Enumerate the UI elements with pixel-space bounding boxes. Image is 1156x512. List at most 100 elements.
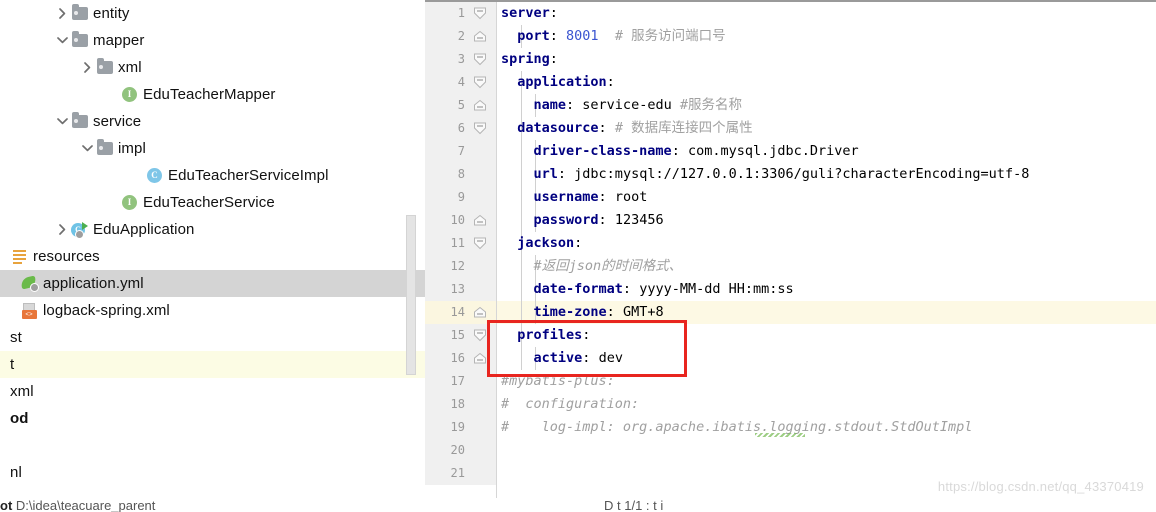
code-line-18[interactable]: 18 # configuration: bbox=[425, 393, 1156, 416]
code-editor[interactable]: 1 server: 2 port: 8001 # 服务访问端口号 3 spring: 4 … bbox=[425, 0, 1156, 512]
tree-item-label: impl bbox=[118, 140, 146, 157]
tree-item-label: application.yml bbox=[43, 275, 144, 292]
fold-expanded-icon[interactable] bbox=[473, 324, 489, 347]
code-text[interactable]: datasource: # 数据库连接四个属性 bbox=[501, 117, 752, 140]
tree-item-service[interactable]: service bbox=[0, 108, 425, 135]
code-text[interactable]: date-format: yyyy-MM-dd HH:mm:ss bbox=[501, 278, 794, 301]
code-line-12[interactable]: 12 #返回json的时间格式、 bbox=[425, 255, 1156, 278]
line-number: 7 bbox=[457, 144, 465, 158]
tree-item-nl[interactable]: nl bbox=[0, 459, 425, 486]
status-caret-info: D t 1/1 : t i bbox=[604, 498, 664, 512]
code-line-4[interactable]: 4 application: bbox=[425, 71, 1156, 94]
code-token: 123456 bbox=[614, 212, 664, 228]
fold-expanded-icon[interactable] bbox=[473, 48, 489, 71]
chevron-down-icon[interactable] bbox=[55, 27, 70, 54]
code-text[interactable]: username: root bbox=[501, 186, 648, 209]
code-text[interactable]: driver-class-name: com.mysql.jdbc.Driver bbox=[501, 140, 859, 163]
code-line-17[interactable]: 17 #mybatis-plus: bbox=[425, 370, 1156, 393]
tree-item-st[interactable]: st bbox=[0, 324, 425, 351]
code-text[interactable]: profiles: bbox=[501, 324, 590, 347]
fold-end-icon[interactable] bbox=[473, 347, 489, 370]
tree-item-eduteacherservice[interactable]: I EduTeacherService bbox=[0, 189, 425, 216]
code-text[interactable]: active: dev bbox=[501, 347, 623, 370]
code-text[interactable]: #mybatis-plus: bbox=[501, 370, 615, 393]
code-line-19[interactable]: 19 # log-impl: org.apache.ibatis.logging.… bbox=[425, 416, 1156, 439]
tree-item-impl[interactable]: impl bbox=[0, 135, 425, 162]
tree-item-mapper[interactable]: mapper bbox=[0, 27, 425, 54]
code-line-5[interactable]: 5 name: service-edu #服务名称 bbox=[425, 94, 1156, 117]
code-token: : bbox=[549, 51, 558, 67]
code-line-11[interactable]: 11 jackson: bbox=[425, 232, 1156, 255]
chevron-down-icon[interactable] bbox=[55, 108, 70, 135]
code-line-6[interactable]: 6 datasource: # 数据库连接四个属性 bbox=[425, 117, 1156, 140]
project-tree-scrollbar[interactable] bbox=[406, 0, 416, 512]
code-text[interactable]: #返回json的时间格式、 bbox=[501, 255, 683, 278]
fold-end-icon[interactable] bbox=[473, 94, 489, 117]
code-token: datasource bbox=[517, 120, 599, 136]
code-line-2[interactable]: 2 port: 8001 # 服务访问端口号 bbox=[425, 25, 1156, 48]
code-line-14[interactable]: 14 time-zone: GMT+8 bbox=[425, 301, 1156, 324]
tree-item-xml[interactable]: xml bbox=[0, 378, 425, 405]
line-number: 11 bbox=[450, 236, 465, 250]
code-line-9[interactable]: 9 username: root bbox=[425, 186, 1156, 209]
interface-icon-wrap: I bbox=[120, 189, 139, 216]
code-text[interactable]: # log-impl: org.apache.ibatis.logging.st… bbox=[501, 416, 972, 439]
code-token: : bbox=[622, 281, 640, 297]
tree-item-label: EduTeacherService bbox=[143, 194, 275, 211]
fold-expanded-icon[interactable] bbox=[473, 71, 489, 94]
fold-expanded-icon[interactable] bbox=[473, 2, 489, 25]
line-number: 9 bbox=[457, 190, 465, 204]
chevron-right-icon[interactable] bbox=[80, 54, 95, 81]
tree-item-logback-spring-xml[interactable]: <> logback-spring.xml bbox=[0, 297, 425, 324]
fold-expanded-icon[interactable] bbox=[473, 232, 489, 255]
code-line-16[interactable]: 16 active: dev bbox=[425, 347, 1156, 370]
code-text[interactable]: url: jdbc:mysql://127.0.0.1:3306/guli?ch… bbox=[501, 163, 1030, 186]
folder-icon-wrap bbox=[95, 54, 114, 81]
code-text[interactable]: server: bbox=[501, 2, 558, 25]
fold-expanded-icon[interactable] bbox=[473, 117, 489, 140]
fold-end-icon[interactable] bbox=[473, 301, 489, 324]
code-text[interactable]: name: service-edu #服务名称 bbox=[501, 94, 742, 117]
tree-item-blank[interactable] bbox=[0, 432, 425, 459]
code-text[interactable]: # configuration: bbox=[501, 393, 639, 416]
chevron-right-icon[interactable] bbox=[55, 0, 70, 27]
code-line-3[interactable]: 3 spring: bbox=[425, 48, 1156, 71]
tree-item-eduteachermapper[interactable]: I EduTeacherMapper bbox=[0, 81, 425, 108]
scrollbar-thumb[interactable] bbox=[406, 215, 416, 375]
code-text[interactable]: password: 123456 bbox=[501, 209, 664, 232]
code-line-20[interactable]: 20 bbox=[425, 439, 1156, 462]
project-tree-pane[interactable]: entity mapper xml I EduTeacherMapper service i… bbox=[0, 0, 425, 512]
tree-item-xml[interactable]: xml bbox=[0, 54, 425, 81]
code-line-7[interactable]: 7 driver-class-name: com.mysql.jdbc.Driv… bbox=[425, 140, 1156, 163]
tree-item-application-yml[interactable]: application.yml bbox=[0, 270, 425, 297]
fold-end-icon[interactable] bbox=[473, 209, 489, 232]
code-line-13[interactable]: 13 date-format: yyyy-MM-dd HH:mm:ss bbox=[425, 278, 1156, 301]
code-line-1[interactable]: 1 server: bbox=[425, 2, 1156, 25]
status-path-prefix: ot bbox=[0, 498, 13, 512]
code-text[interactable]: spring: bbox=[501, 48, 558, 71]
interface-icon: I bbox=[122, 195, 137, 210]
tree-item-eduteacherserviceimpl[interactable]: C EduTeacherServiceImpl bbox=[0, 162, 425, 189]
code-text[interactable]: application: bbox=[501, 71, 615, 94]
tree-item-od[interactable]: od bbox=[0, 405, 425, 432]
code-token: port bbox=[517, 28, 550, 44]
tree-item-resources[interactable]: resources bbox=[0, 243, 425, 270]
tree-item-entity[interactable]: entity bbox=[0, 0, 425, 27]
code-text[interactable]: port: 8001 # 服务访问端口号 bbox=[501, 25, 725, 48]
tree-item-t[interactable]: t bbox=[0, 351, 425, 378]
code-token: : bbox=[582, 327, 591, 343]
tree-item-label: xml bbox=[118, 59, 142, 76]
tree-item-eduapplication[interactable]: C EduApplication bbox=[0, 216, 425, 243]
code-text[interactable]: time-zone: GMT+8 bbox=[501, 301, 664, 324]
chevron-right-icon[interactable] bbox=[55, 216, 70, 243]
code-line-8[interactable]: 8 url: jdbc:mysql://127.0.0.1:3306/guli?… bbox=[425, 163, 1156, 186]
code-text[interactable]: jackson: bbox=[501, 232, 582, 255]
code-line-15[interactable]: 15 profiles: bbox=[425, 324, 1156, 347]
code-line-10[interactable]: 10 password: 123456 bbox=[425, 209, 1156, 232]
fold-end-icon[interactable] bbox=[473, 25, 489, 48]
chevron-down-icon[interactable] bbox=[80, 135, 95, 162]
